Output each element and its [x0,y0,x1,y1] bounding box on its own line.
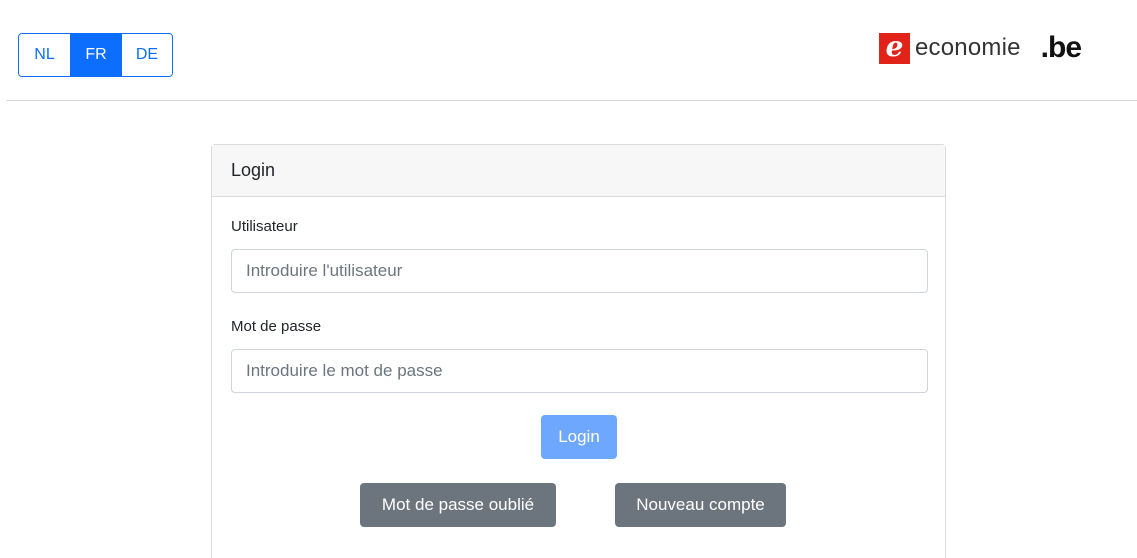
login-button[interactable]: Login [541,415,617,459]
header: NL FR DE e economie .be [0,0,1137,100]
username-input[interactable] [231,249,928,293]
brand-name: economie [915,34,1021,61]
new-account-button[interactable]: Nouveau compte [615,483,786,527]
lang-button-fr[interactable]: FR [70,34,121,76]
password-label: Mot de passe [231,318,322,335]
login-card: Login Utilisateur Mot de passe Login Mot… [211,144,946,558]
login-card-title: Login [231,160,276,180]
economie-logo[interactable]: e economie .be [879,28,1082,68]
username-label: Utilisateur [231,218,298,235]
password-input[interactable] [231,349,928,393]
forgot-password-button[interactable]: Mot de passe oublié [360,483,556,527]
lang-button-de[interactable]: DE [121,34,172,76]
page: NL FR DE e economie .be Login Utilisateu… [0,0,1137,558]
login-card-header: Login [212,145,945,197]
economie-logo-mark: e [879,29,910,64]
language-switcher: NL FR DE [18,33,173,77]
brand-domain: .be [1040,31,1082,64]
economie-logo-letter: e [885,29,904,63]
lang-button-nl[interactable]: NL [19,34,70,76]
header-divider [6,100,1137,101]
